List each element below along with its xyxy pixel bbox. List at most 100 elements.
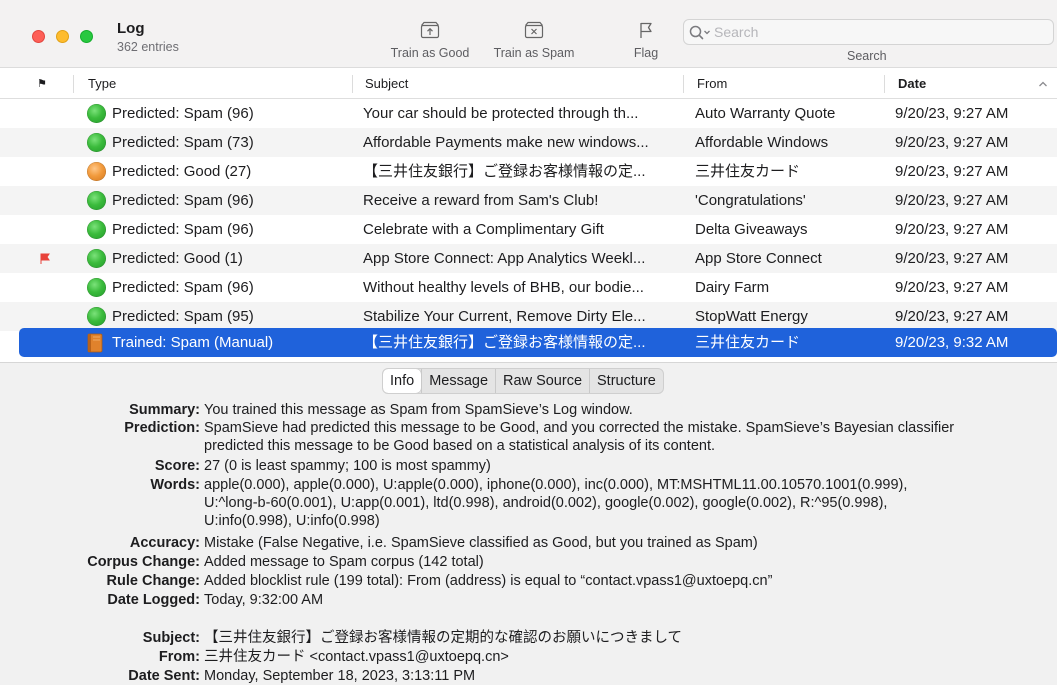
zoom-window-button[interactable] [80,30,93,43]
info-label: Score: [154,458,200,474]
entry-count: 362 entries [117,40,179,54]
column-divider[interactable] [73,75,74,93]
detail-pane: Info Message Raw Source Structure Summar… [0,362,1057,685]
info-label: Prediction: [124,420,200,436]
tab-raw-source[interactable]: Raw Source [495,369,589,393]
row-date: 9/20/23, 9:27 AM [895,279,1009,296]
column-divider[interactable] [352,75,353,93]
row-subject: Your car should be protected through th.… [363,105,639,122]
spam-status-dot-icon [87,104,106,123]
column-header-flag[interactable]: ⚑ [37,69,47,99]
row-type: Predicted: Spam (73) [112,134,254,151]
row-from: StopWatt Energy [695,308,808,325]
column-divider[interactable] [884,75,885,93]
info-label: From: [158,649,200,665]
spam-status-dot-icon [87,249,106,268]
window-toolbar: Log 362 entries Train as Good Train as S… [0,0,1057,68]
sort-ascending-chevron-icon [1039,81,1047,87]
row-subject: 【三井住友銀行】ご登録お客様情報の定... [363,163,646,180]
tray-x-icon [524,21,544,39]
flag-button[interactable]: Flag [626,20,666,60]
info-value: Mistake (False Negative, i.e. SpamSieve … [204,535,758,551]
row-from: 'Congratulations' [695,192,806,209]
train-as-good-button[interactable]: Train as Good [385,20,475,60]
row-subject: Celebrate with a Complimentary Gift [363,221,604,238]
row-type: Predicted: Spam (95) [112,308,254,325]
table-row[interactable]: Predicted: Good (27) 【三井住友銀行】ご登録お客様情報の定.… [0,157,1057,186]
row-date: 9/20/23, 9:27 AM [895,105,1009,122]
close-window-button[interactable] [32,30,45,43]
info-label: Summary: [129,402,200,418]
column-header-date[interactable]: Date [898,69,926,99]
info-label: Date Logged: [107,592,200,608]
row-type: Predicted: Good (27) [112,163,252,180]
info-label: Subject: [142,630,200,646]
row-type: Predicted: Spam (96) [112,105,254,122]
row-type: Trained: Spam (Manual) [112,334,274,351]
tray-up-icon [420,21,440,39]
tab-structure[interactable]: Structure [589,369,663,393]
spam-status-dot-icon [87,220,106,239]
row-from: App Store Connect [695,250,822,267]
red-flag-icon[interactable] [40,253,50,264]
column-header-type[interactable]: Type [88,69,116,99]
window-title: Log [117,20,145,37]
train-as-spam-label: Train as Spam [493,46,575,60]
good-status-dot-icon [87,162,106,181]
flag-label: Flag [633,46,659,60]
row-from: Delta Giveaways [695,221,808,238]
table-row[interactable]: Predicted: Spam (96) Without healthy lev… [0,273,1057,302]
row-from: 三井住友カード [695,163,801,180]
row-date: 9/20/23, 9:27 AM [895,134,1009,151]
search-label: Search [847,49,887,63]
spam-status-dot-icon [87,307,106,326]
row-date: 9/20/23, 9:32 AM [895,334,1009,351]
info-label: Corpus Change: [87,554,200,570]
row-type: Predicted: Spam (96) [112,192,254,209]
column-header-subject[interactable]: Subject [365,69,408,99]
info-value: Monday, September 18, 2023, 3:13:11 PM [204,668,476,684]
row-subject: Without healthy levels of BHB, our bodie… [363,279,644,296]
table-header: ⚑ Type Subject From Date [0,69,1057,99]
row-date: 9/20/23, 9:27 AM [895,308,1009,325]
info-value: 27 (0 is least spammy; 100 is most spamm… [204,458,491,474]
table-row[interactable]: Predicted: Spam (96) Your car should be … [0,99,1057,128]
row-subject: Affordable Payments make new windows... [363,134,649,151]
info-value: apple(0.000), apple(0.000), U:apple(0.00… [204,477,908,529]
column-divider[interactable] [683,75,684,93]
column-header-from[interactable]: From [697,69,727,99]
search-field[interactable] [683,19,1054,45]
flag-icon [640,22,652,38]
info-label: Accuracy: [129,535,200,551]
table-row[interactable]: Predicted: Spam (95) Stabilize Your Curr… [0,302,1057,331]
spam-status-dot-icon [87,278,106,297]
row-date: 9/20/23, 9:27 AM [895,192,1009,209]
info-value: 【三井住友銀行】ご登録お客様情報の定期的な確認のお願いにつきまして [204,630,683,646]
row-date: 9/20/23, 9:27 AM [895,221,1009,238]
table-row[interactable]: Predicted: Spam (96) Celebrate with a Co… [0,215,1057,244]
table-row[interactable]: Predicted: Good (1) App Store Connect: A… [0,244,1057,273]
tab-message[interactable]: Message [421,369,495,393]
info-label: Rule Change: [106,573,200,589]
table-row[interactable]: Predicted: Spam (73) Affordable Payments… [0,128,1057,157]
row-from: Affordable Windows [695,134,829,151]
info-label: Words: [150,477,200,493]
spam-status-dot-icon [87,133,106,152]
row-type: Predicted: Good (1) [112,250,243,267]
row-from: 三井住友カード [695,334,801,351]
tab-info[interactable]: Info [383,369,422,393]
row-type: Predicted: Spam (96) [112,221,254,238]
info-value: You trained this message as Spam from Sp… [204,402,633,418]
row-subject: App Store Connect: App Analytics Weekl..… [363,250,646,267]
info-value: Added blocklist rule (199 total): From (… [204,573,773,589]
search-input[interactable] [714,23,1044,41]
row-type: Predicted: Spam (96) [112,279,254,296]
trained-book-icon [87,333,103,353]
train-as-spam-button[interactable]: Train as Spam [488,20,580,60]
row-subject: 【三井住友銀行】ご登録お客様情報の定... [363,334,646,351]
table-row-selected[interactable]: Trained: Spam (Manual) 【三井住友銀行】ご登録お客様情報の… [19,328,1057,357]
info-value: Added message to Spam corpus (142 total) [204,554,484,570]
row-from: Auto Warranty Quote [695,105,836,122]
table-row[interactable]: Predicted: Spam (96) Receive a reward fr… [0,186,1057,215]
minimize-window-button[interactable] [56,30,69,43]
